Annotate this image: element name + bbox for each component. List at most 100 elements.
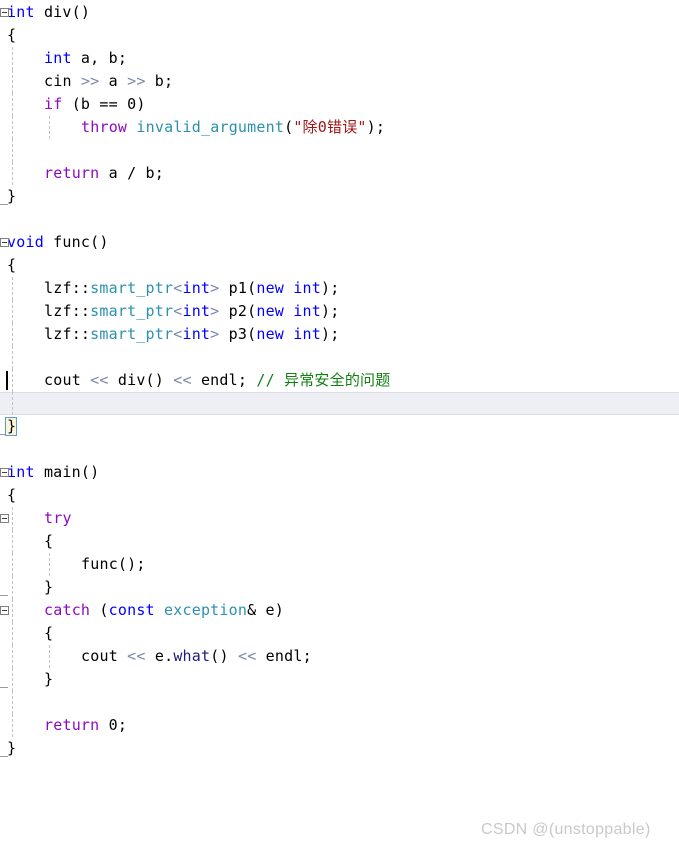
code-token-ctrl: return [44,164,100,182]
code-line[interactable]: } [0,185,679,208]
fold-collapse-icon[interactable] [0,514,9,523]
code-line[interactable]: { [0,622,679,645]
code-token-ctrl: catch [44,601,91,619]
code-line[interactable]: lzf::smart_ptr<int> p3(new int); [0,323,679,346]
indent-guide [12,323,13,346]
indent-guide [12,668,13,691]
code-line[interactable]: cout << div() << endl; // 异常安全的问题 [0,369,679,392]
code-line-text: catch (const exception& e) [44,599,284,622]
code-line[interactable]: } [0,668,679,691]
code-line[interactable]: } [0,576,679,599]
code-editor[interactable]: int div(){int a, b; cin >> a >> b; if (b =… [0,0,679,851]
code-token-ctrl: return [44,716,100,734]
code-line[interactable]: int a, b; [0,47,679,70]
csdn-watermark: CSDN @(unstoppable) [481,821,651,838]
code-line[interactable]: { [0,484,679,507]
code-line-text: cin >> a >> b; [44,70,173,93]
code-token-pln: cin [44,72,81,90]
indent-guide [12,622,13,645]
code-line[interactable]: lzf::smart_ptr<int> p1(new int); [0,277,679,300]
code-line[interactable]: lzf::smart_ptr<int> p2(new int); [0,300,679,323]
indent-guide [12,530,13,553]
code-token-pln: () [80,463,100,481]
code-token-pln [155,601,164,619]
code-line[interactable]: return 0; [0,714,679,737]
code-token-pln: { [44,532,54,550]
code-token-op: >> [127,72,146,90]
code-line[interactable]: catch (const exception& e) [0,599,679,622]
code-line[interactable]: return a / b; [0,162,679,185]
code-line[interactable]: throw invalid_argument("除0错误"); [0,116,679,139]
code-token-kw: int [182,302,211,320]
code-token-kw: const [108,601,155,619]
code-line-text: if (b == 0) [44,93,146,116]
code-token-pln: p3( [219,325,257,343]
code-line[interactable]: try [0,507,679,530]
code-token-pln: } [44,670,54,688]
code-line-text: } [7,415,16,438]
code-line[interactable]: func(); [0,553,679,576]
code-line[interactable]: } [0,737,679,760]
indent-guide [12,553,13,576]
fold-end-marker-icon [0,204,8,205]
text-caret [6,371,8,390]
code-token-pln: & e) [247,601,285,619]
code-line-text: { [7,24,16,47]
code-line[interactable]: { [0,254,679,277]
code-line[interactable]: cout << e.what() << endl; [0,645,679,668]
code-line[interactable]: { [0,24,679,47]
fold-collapse-icon[interactable] [0,468,9,477]
code-token-kw: int [44,49,72,67]
code-token-pln: ); [320,325,340,343]
indent-guide [12,392,13,415]
code-token-kw: int [293,302,321,320]
code-line[interactable]: int main() [0,461,679,484]
code-token-pln: endl; [256,647,312,665]
code-token-pln [284,325,293,343]
code-token-pln [35,3,44,21]
code-token-kw: int [182,325,211,343]
code-line-text: } [44,668,53,691]
fold-collapse-icon[interactable] [0,238,9,247]
code-token-pln: lzf:: [44,302,91,320]
code-line[interactable]: void func() [0,231,679,254]
indent-guide [12,645,13,668]
code-line-current[interactable] [0,392,679,415]
code-line-text: lzf::smart_ptr<int> p2(new int); [44,300,339,323]
code-line[interactable] [0,691,679,714]
indent-guide [12,599,13,622]
code-token-kw: int [182,279,211,297]
code-token-op: >> [80,72,100,90]
code-token-pln: () [90,233,109,251]
indent-guide [12,300,13,323]
code-line-text: return 0; [44,714,127,737]
code-line[interactable]: cin >> a >> b; [0,70,679,93]
code-token-pln: lzf:: [44,325,91,343]
code-line[interactable] [0,208,679,231]
code-line[interactable] [0,438,679,461]
code-token-type: smart_ptr [90,302,174,320]
code-token-cmt: // 异常安全的问题 [256,371,391,389]
code-token-pln: main [43,463,81,481]
code-line-text: lzf::smart_ptr<int> p3(new int); [44,323,339,346]
code-line[interactable] [0,139,679,162]
code-text-area[interactable]: int div(){int a, b; cin >> a >> b; if (b =… [0,0,679,851]
fold-collapse-icon[interactable] [0,606,9,615]
code-token-pln: p1( [219,279,257,297]
code-line[interactable]: { [0,530,679,553]
code-line[interactable] [0,346,679,369]
code-line-text: } [7,737,16,760]
code-line[interactable]: if (b == 0) [0,93,679,116]
code-line-text: try [44,507,72,530]
code-token-pln: a / b; [99,164,165,182]
code-token-pln: a, b; [71,49,128,67]
indent-guide [49,116,50,139]
indent-guide [12,714,13,737]
code-token-pln: } [7,187,17,205]
code-line[interactable]: int div() [0,1,679,24]
code-token-pln: lzf:: [44,279,91,297]
code-line[interactable]: } [0,415,679,438]
fold-collapse-icon[interactable] [0,8,9,17]
indent-guide [12,507,13,530]
indent-guide [12,93,13,116]
